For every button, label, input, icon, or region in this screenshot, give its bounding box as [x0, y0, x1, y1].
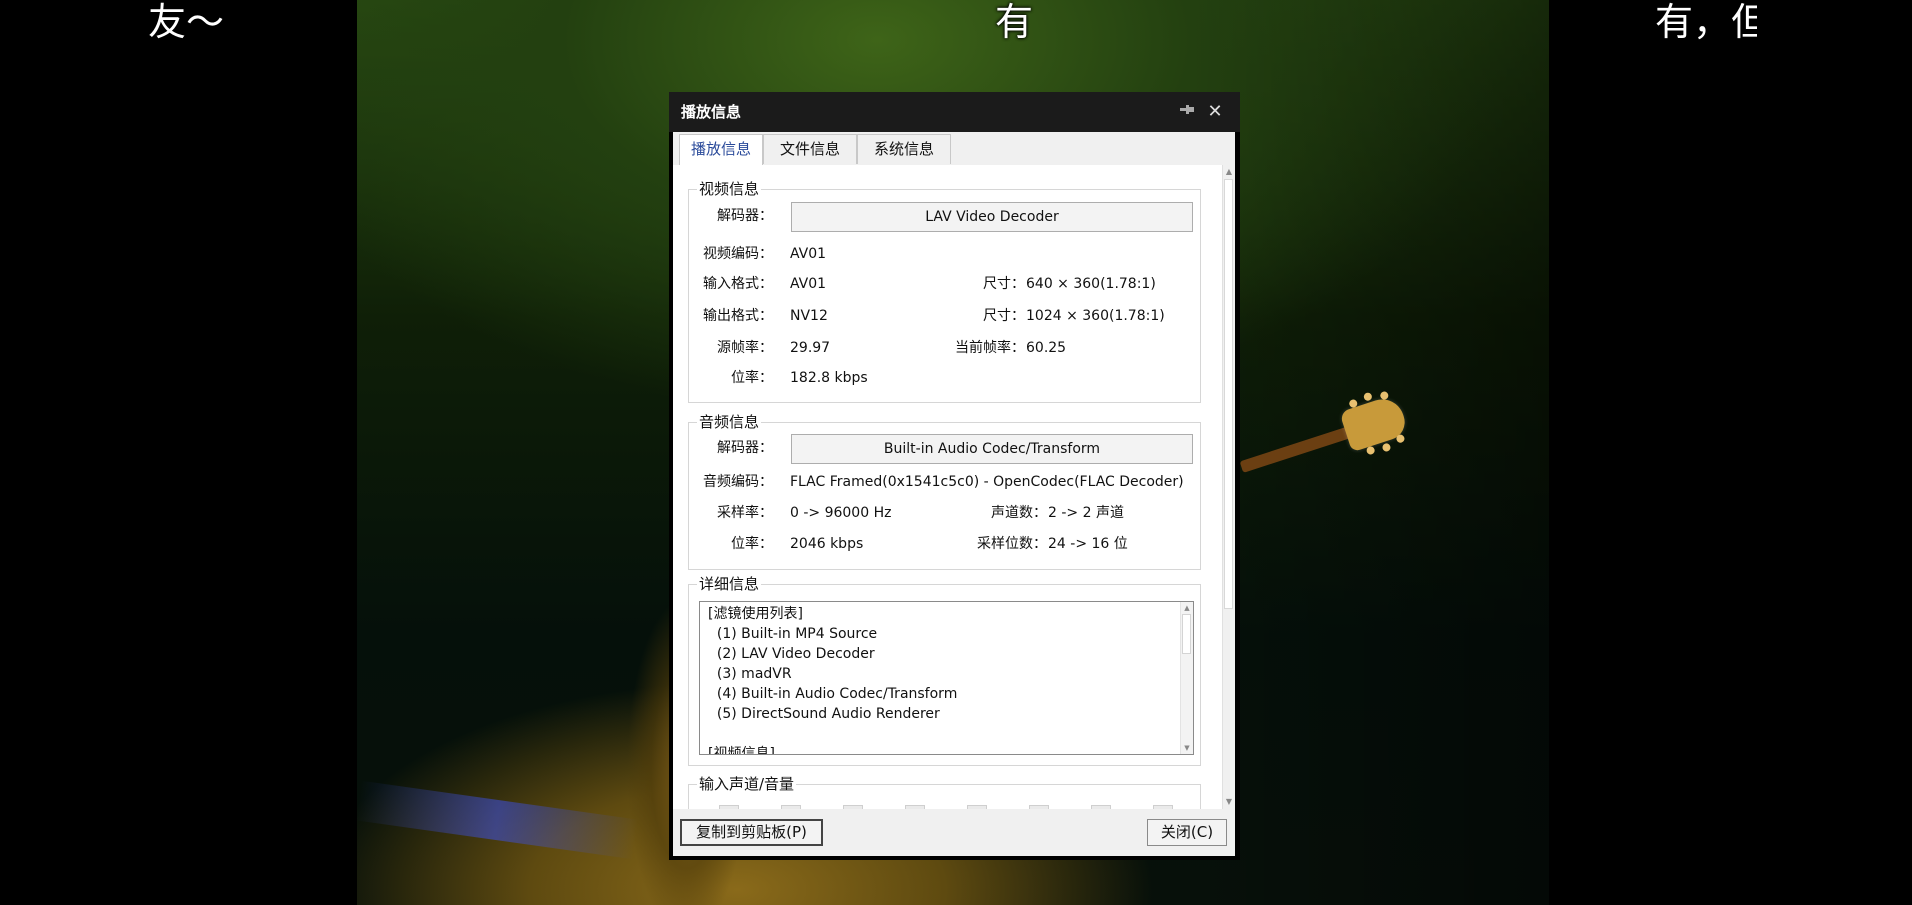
source-fps-value: 29.97: [790, 340, 831, 356]
current-fps-label: 当前帧率：: [955, 340, 1025, 356]
samplerate-value: 0 -> 96000 Hz: [790, 505, 892, 521]
samplerate-label: 采样率：: [717, 505, 773, 521]
output-size-label: 尺寸：: [983, 308, 1025, 324]
info-scroll-area[interactable]: 视频信息 解码器： LAV Video Decoder 视频编码： AV01 输…: [673, 165, 1235, 809]
video-bitrate-label: 位率：: [731, 370, 773, 386]
output-size-value: 1024 × 360(1.78:1): [1026, 308, 1165, 324]
scroll-down-icon[interactable]: ▼: [1223, 795, 1235, 809]
audio-info-title: 音频信息: [697, 412, 762, 432]
output-format-label: 输出格式：: [703, 308, 773, 324]
detail-line: [滤镜使用列表]: [708, 606, 803, 622]
details-group: 详细信息 [滤镜使用列表] (1) Built-in MP4 Source (2…: [688, 574, 1201, 766]
details-textbox[interactable]: [滤镜使用列表] (1) Built-in MP4 Source (2) LAV…: [699, 601, 1194, 755]
sample-bits-value: 24 -> 16 位: [1048, 536, 1128, 552]
tab-system-info[interactable]: 系统信息: [857, 134, 951, 164]
playback-info-dialog: 播放信息 ✕ 播放信息 文件信息 系统信息 视频信息 解码器： LAV Vide…: [669, 92, 1240, 860]
tab-strip: 播放信息 文件信息 系统信息: [673, 132, 1235, 166]
output-format-value: NV12: [790, 308, 828, 324]
detail-line: (5) DirectSound Audio Renderer: [708, 706, 940, 722]
dialog-titlebar[interactable]: 播放信息 ✕: [669, 92, 1240, 132]
close-icon[interactable]: ✕: [1205, 102, 1225, 122]
subtitle-right: 有，但: [1655, 0, 1757, 44]
input-format-value: AV01: [790, 276, 827, 292]
video-codec-value: AV01: [790, 246, 827, 262]
input-size-label: 尺寸：: [983, 276, 1025, 292]
input-channels-group: 输入声道/音量: [688, 774, 1201, 809]
video-decoder-button[interactable]: LAV Video Decoder: [791, 202, 1193, 232]
channels-value: 2 -> 2 声道: [1048, 505, 1124, 521]
audio-info-group: 音频信息 解码器： Built-in Audio Codec/Transform…: [688, 412, 1201, 570]
video-info-title: 视频信息: [697, 179, 762, 199]
copy-to-clipboard-button[interactable]: 复制到剪贴板(P): [680, 819, 823, 846]
pin-icon[interactable]: [1178, 103, 1196, 121]
audio-decoder-label: 解码器：: [717, 440, 773, 456]
tab-playback-info[interactable]: 播放信息: [679, 134, 763, 166]
detail-line: (4) Built-in Audio Codec/Transform: [708, 686, 958, 702]
details-scroll-thumb[interactable]: [1182, 614, 1191, 654]
stage-light: [357, 780, 639, 860]
video-decoder-label: 解码器：: [717, 208, 773, 224]
video-bitrate-value: 182.8 kbps: [790, 370, 868, 386]
detail-line: (3) madVR: [708, 666, 792, 682]
video-codec-label: 视频编码：: [703, 246, 773, 262]
dialog-title: 播放信息: [681, 103, 742, 121]
scroll-down-icon[interactable]: ▼: [1181, 742, 1193, 754]
input-size-value: 640 × 360(1.78:1): [1026, 276, 1156, 292]
detail-line: [视频信息]: [708, 746, 775, 755]
audio-bitrate-label: 位率：: [731, 536, 773, 552]
detail-line: (1) Built-in MP4 Source: [708, 626, 878, 642]
info-scrollbar[interactable]: ▲ ▼: [1222, 165, 1235, 809]
video-info-group: 视频信息 解码器： LAV Video Decoder 视频编码： AV01 输…: [688, 179, 1201, 403]
audio-codec-label: 音频编码：: [703, 474, 773, 490]
channels-label: 声道数：: [991, 505, 1047, 521]
detail-line: (2) LAV Video Decoder: [708, 646, 875, 662]
scroll-up-icon[interactable]: ▲: [1181, 602, 1193, 614]
subtitle-left: 友～: [148, 0, 225, 44]
scroll-up-icon[interactable]: ▲: [1223, 165, 1235, 179]
dialog-client: 播放信息 文件信息 系统信息 视频信息 解码器： LAV Video Decod…: [673, 132, 1235, 856]
current-fps-value: 60.25: [1026, 340, 1067, 356]
details-title: 详细信息: [697, 574, 762, 594]
info-scroll-thumb[interactable]: [1224, 179, 1233, 609]
subtitle-center: 有: [995, 0, 1034, 44]
audio-codec-value: FLAC Framed(0x1541c5c0) - OpenCodec(FLAC…: [790, 474, 1184, 490]
tab-file-info[interactable]: 文件信息: [763, 134, 857, 164]
details-scrollbar[interactable]: ▲ ▼: [1180, 602, 1193, 754]
audio-decoder-button[interactable]: Built-in Audio Codec/Transform: [791, 434, 1193, 464]
audio-bitrate-value: 2046 kbps: [790, 536, 864, 552]
sample-bits-label: 采样位数：: [977, 536, 1047, 552]
input-format-label: 输入格式：: [703, 276, 773, 292]
input-channels-title: 输入声道/音量: [697, 774, 797, 794]
close-button[interactable]: 关闭(C): [1147, 819, 1227, 846]
dialog-button-bar: 复制到剪贴板(P) 关闭(C): [673, 809, 1235, 856]
source-fps-label: 源帧率：: [717, 340, 773, 356]
